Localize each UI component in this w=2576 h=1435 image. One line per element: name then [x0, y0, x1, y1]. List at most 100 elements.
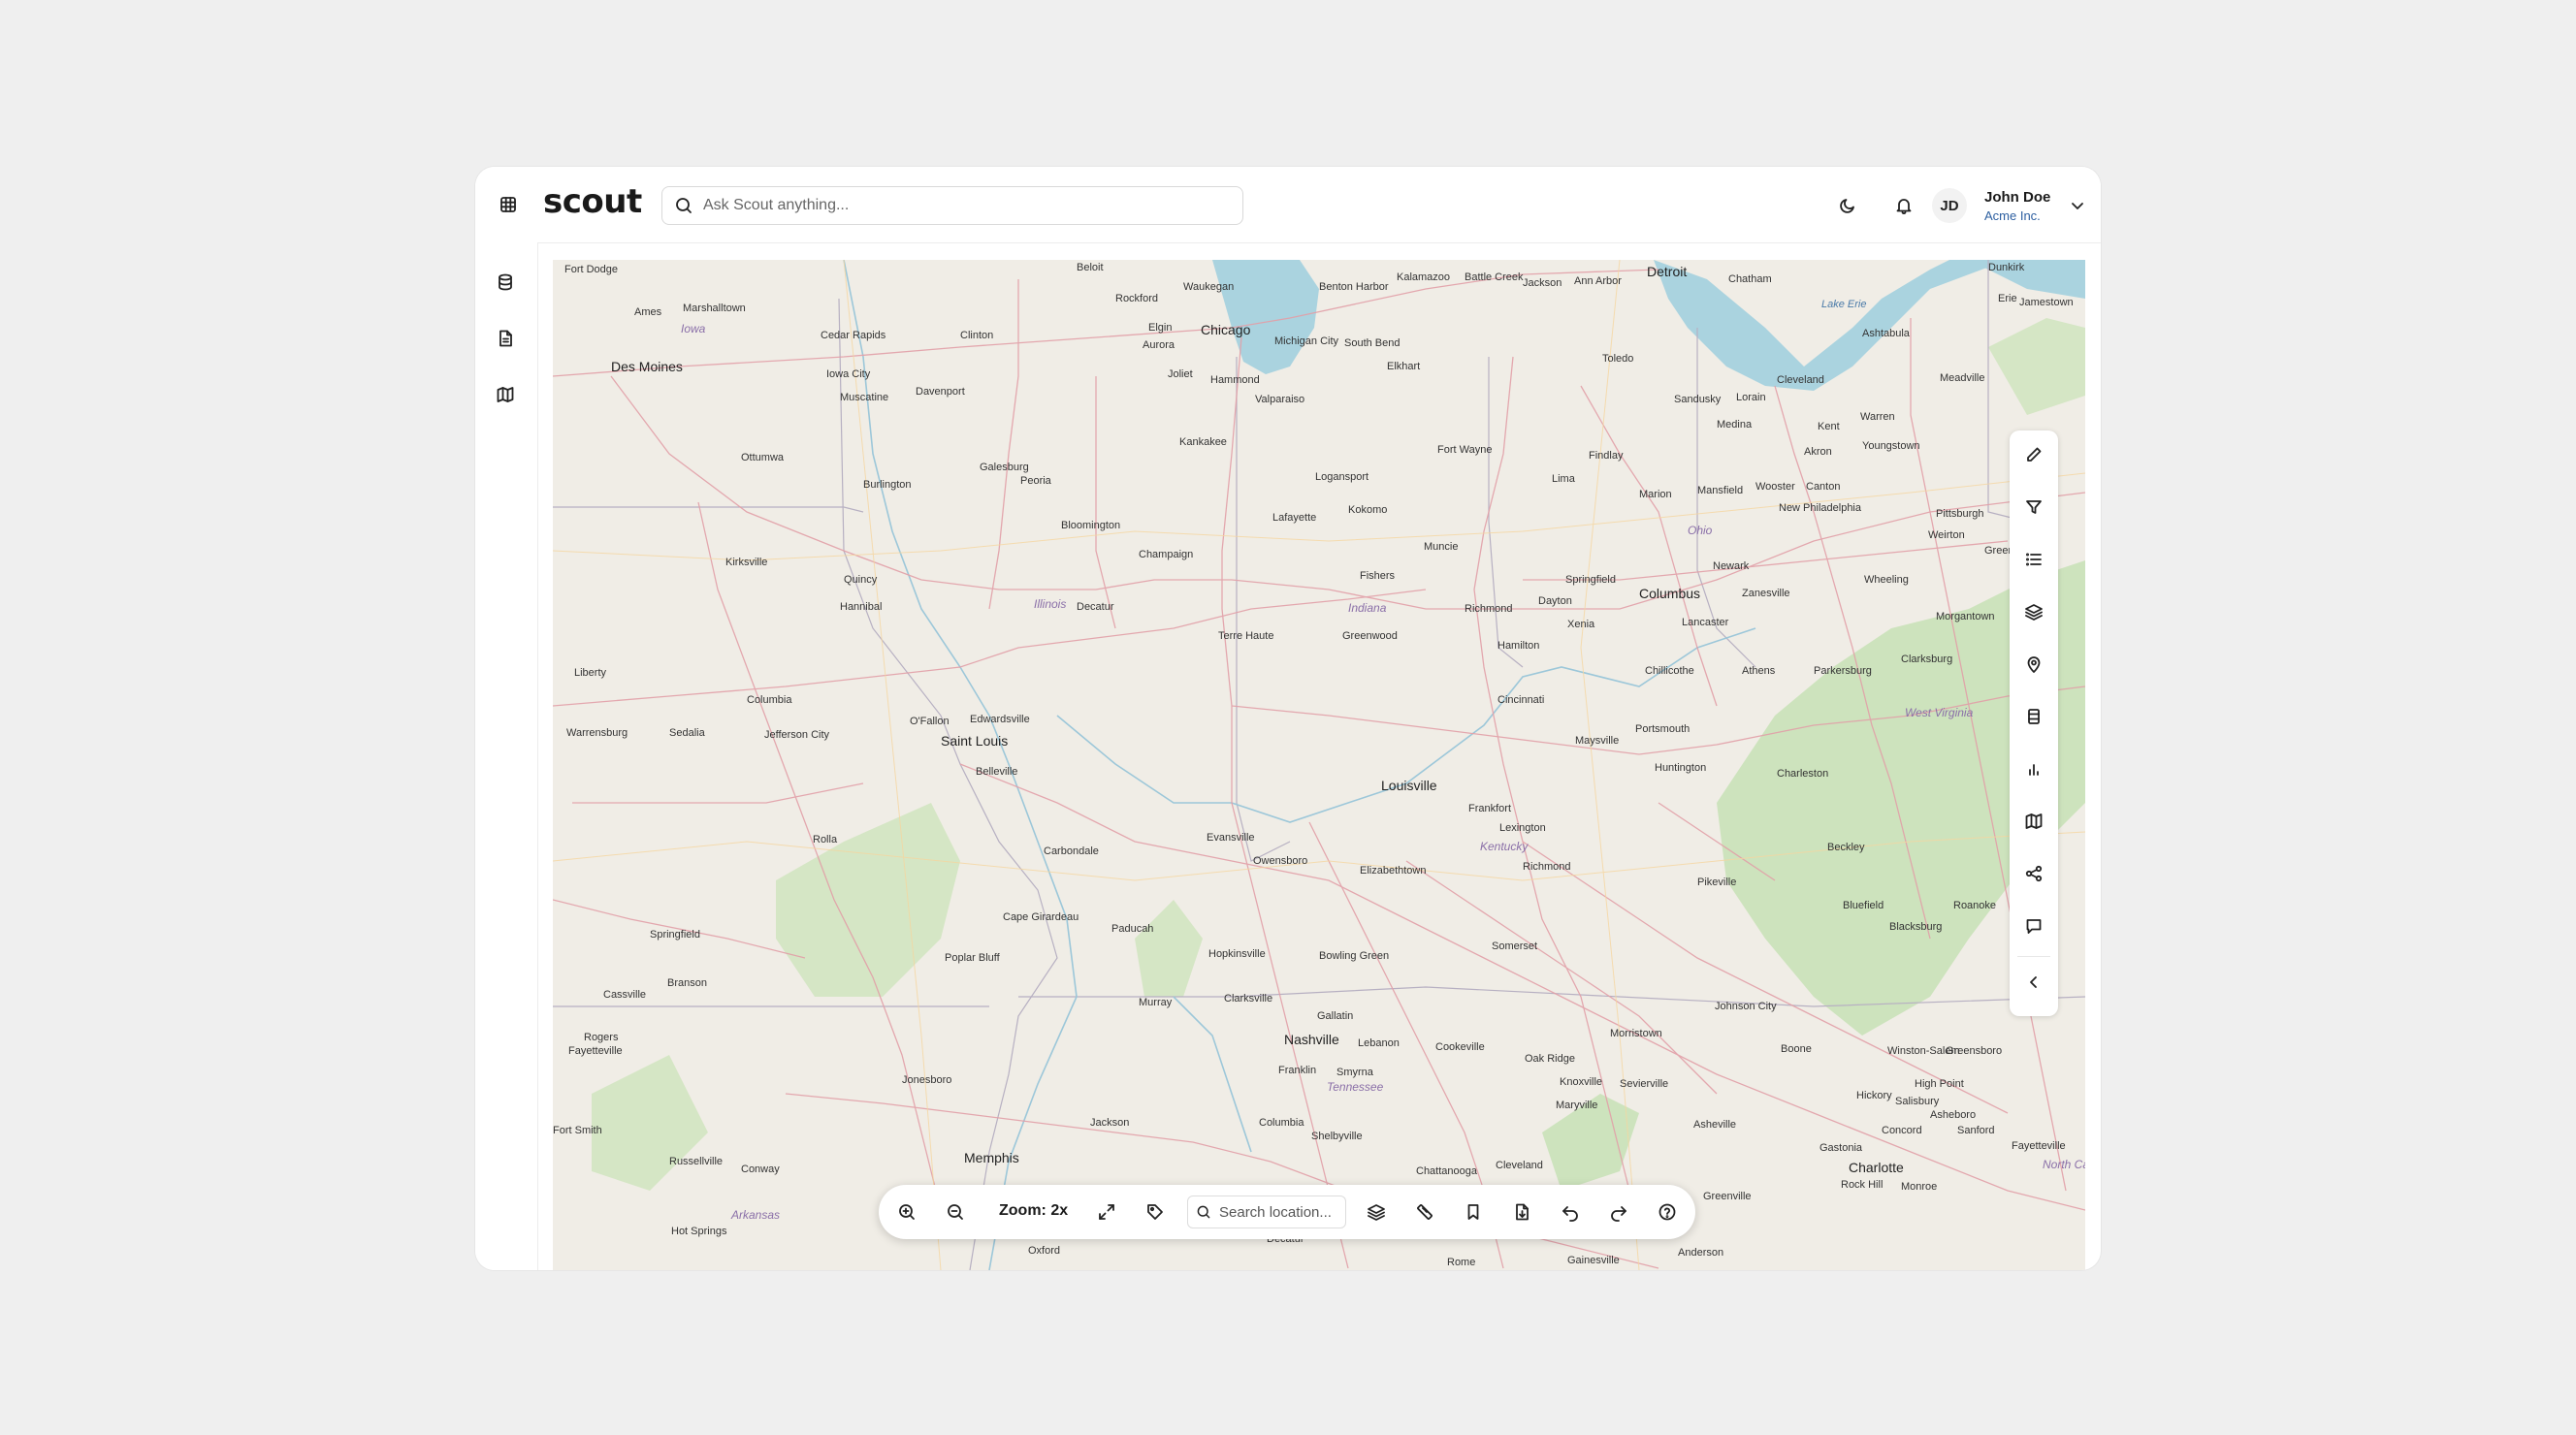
city-label: Burlington	[863, 479, 912, 491]
bookmark-icon[interactable]	[1461, 1199, 1486, 1225]
city-label: Joliet	[1168, 368, 1193, 380]
measure-ruler-icon[interactable]	[1412, 1199, 1437, 1225]
city-label: Hickory	[1856, 1090, 1892, 1101]
zoom-out-icon[interactable]	[943, 1199, 968, 1225]
city-label: Gallatin	[1317, 1010, 1354, 1022]
city-label: Mansfield	[1697, 485, 1744, 496]
undo-icon[interactable]	[1558, 1199, 1583, 1225]
city-label: Des Moines	[611, 359, 683, 374]
city-label: Iowa City	[826, 368, 871, 380]
city-label: Jefferson City	[764, 729, 830, 741]
city-label: Meadville	[1940, 372, 1985, 384]
city-label: Athens	[1742, 665, 1776, 677]
city-label: Sedalia	[669, 727, 705, 739]
notifications-bell-icon[interactable]	[1891, 193, 1916, 218]
city-label: Owensboro	[1253, 855, 1308, 867]
database-icon[interactable]	[493, 270, 518, 295]
city-label: Richmond	[1465, 603, 1513, 615]
city-label: Springfield	[650, 929, 700, 941]
map-canvas[interactable]: Fort Dodge Beloit Waukegan Benton Harbor…	[553, 260, 2085, 1270]
city-label: High Point	[1915, 1078, 1964, 1090]
bar-chart-icon[interactable]	[2021, 756, 2046, 781]
city-label: Battle Creek	[1465, 271, 1524, 283]
city-label: Asheboro	[1930, 1109, 1977, 1121]
comment-icon[interactable]	[2021, 913, 2046, 939]
city-label: Lima	[1552, 473, 1575, 485]
redo-icon[interactable]	[1606, 1199, 1631, 1225]
zoom-in-icon[interactable]	[894, 1199, 919, 1225]
city-label: Chatham	[1728, 273, 1772, 285]
map-icon[interactable]	[2021, 809, 2046, 834]
filter-icon[interactable]	[2021, 494, 2046, 520]
city-label: Beloit	[1077, 262, 1104, 273]
city-label: Canton	[1806, 481, 1841, 493]
layers-icon[interactable]	[2021, 599, 2046, 624]
city-label: Zanesville	[1742, 588, 1790, 599]
city-label: Weirton	[1928, 529, 1965, 541]
city-label: South Bend	[1344, 337, 1401, 349]
city-label: Newark	[1713, 560, 1750, 572]
collapse-chevron-left-icon[interactable]	[2021, 970, 2046, 995]
document-icon[interactable]	[493, 326, 518, 351]
city-label: Kankakee	[1179, 436, 1227, 448]
city-label: Ottumwa	[741, 452, 785, 463]
pencil-edit-icon[interactable]	[2021, 442, 2046, 467]
city-label: Bloomington	[1061, 520, 1121, 531]
city-label: Russellville	[669, 1156, 724, 1167]
ask-scout-search[interactable]	[661, 186, 1243, 225]
city-label: Jonesboro	[902, 1074, 952, 1086]
city-label: Clarksburg	[1901, 654, 1953, 665]
city-label: Morristown	[1610, 1028, 1662, 1039]
city-label: Terre Haute	[1218, 630, 1274, 642]
city-label: Quincy	[844, 574, 878, 586]
city-label: Decatur	[1077, 601, 1114, 613]
city-label: Franklin	[1278, 1065, 1317, 1076]
city-label: Medina	[1717, 419, 1753, 430]
map-icon[interactable]	[493, 382, 518, 407]
city-label: Somerset	[1492, 941, 1538, 952]
city-label: Muncie	[1424, 541, 1459, 553]
city-label: Cassville	[603, 989, 647, 1001]
city-label: Beckley	[1827, 842, 1865, 853]
ask-scout-input[interactable]	[701, 196, 1229, 215]
city-label: Blacksburg	[1889, 921, 1943, 933]
city-label: Springfield	[1565, 574, 1616, 586]
city-label: Valparaiso	[1255, 394, 1305, 405]
dark-mode-moon-icon[interactable]	[1835, 193, 1860, 218]
city-label: Muscatine	[840, 392, 889, 403]
city-label: Ames	[634, 306, 662, 318]
location-pin-icon[interactable]	[2021, 652, 2046, 677]
city-label: Fort Smith	[553, 1125, 602, 1136]
share-icon[interactable]	[2021, 861, 2046, 886]
apps-grid-icon[interactable]	[497, 193, 520, 216]
city-label: Roanoke	[1953, 900, 1997, 911]
city-label: Lebanon	[1358, 1037, 1400, 1049]
tag-icon[interactable]	[1143, 1199, 1168, 1225]
list-icon[interactable]	[2021, 547, 2046, 572]
top-bar: scout JD John Doe Acme Inc.	[475, 167, 2101, 243]
lake-label: Lake Erie	[1821, 299, 1867, 310]
state-label: North Ca	[2043, 1158, 2085, 1171]
city-label: Benton Harbor	[1319, 281, 1389, 293]
location-search-input[interactable]	[1217, 1202, 1337, 1222]
city-label: Greensboro	[1946, 1045, 2003, 1057]
city-label: Davenport	[916, 386, 965, 398]
city-label: Saint Louis	[941, 733, 1009, 749]
city-label: Fishers	[1360, 570, 1396, 582]
location-search[interactable]	[1187, 1196, 1346, 1228]
city-label: Lexington	[1499, 822, 1546, 834]
layers-icon[interactable]	[1364, 1199, 1389, 1225]
city-label: Wheeling	[1864, 574, 1909, 586]
city-label: Columbia	[747, 694, 792, 706]
help-icon[interactable]	[1655, 1199, 1680, 1225]
fullscreen-expand-icon[interactable]	[1094, 1199, 1119, 1225]
user-menu-chevron-down-icon[interactable]	[2068, 196, 2087, 220]
city-label: Hannibal	[840, 601, 883, 613]
city-label: Maysville	[1575, 735, 1620, 747]
city-label: Findlay	[1589, 450, 1624, 462]
city-label: Portsmouth	[1635, 723, 1690, 735]
export-file-icon[interactable]	[1509, 1199, 1534, 1225]
city-label: Salisbury	[1895, 1096, 1940, 1107]
database-table-icon[interactable]	[2021, 704, 2046, 729]
user-avatar[interactable]: JD	[1932, 188, 1967, 223]
